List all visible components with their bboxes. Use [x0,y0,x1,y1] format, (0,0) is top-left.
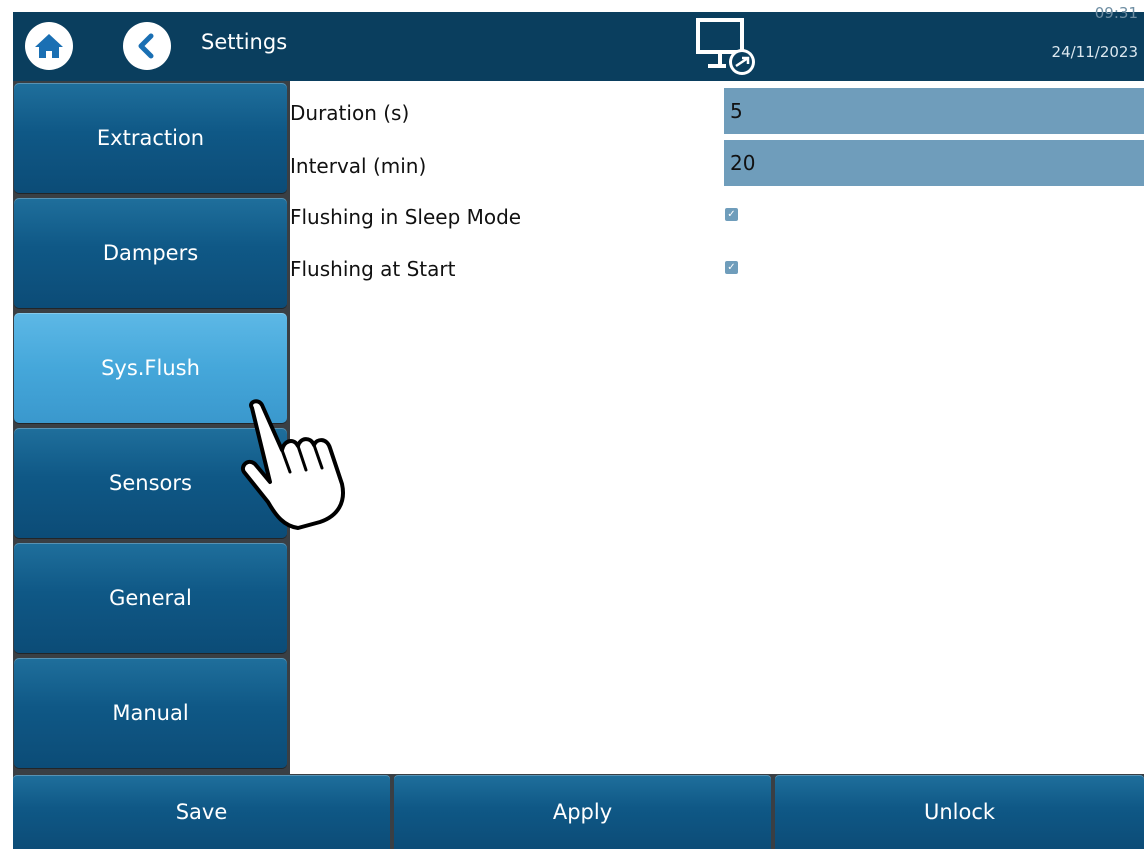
home-button[interactable] [25,22,73,70]
apply-button[interactable]: Apply [394,775,771,849]
top-bar: Settings 09:31 24/11/2023 [13,4,1144,81]
back-arrow-icon [138,33,154,59]
start-flush-checkbox[interactable]: ✓ [725,261,738,274]
sidebar-item-dampers[interactable]: Dampers [14,198,287,308]
interval-label: Interval (min) [290,154,427,178]
remote-desktop-icon[interactable] [696,18,760,78]
action-bar: Save Apply Unlock [13,774,1144,849]
sleep-flush-label: Flushing in Sleep Mode [290,205,522,229]
checkmark-icon: ✓ [727,262,736,273]
settings-form: Duration (s) 5 Interval (min) 20 Flushin… [290,81,1144,774]
interval-input[interactable]: 20 [724,140,1144,186]
hand-pointer-icon [241,399,345,530]
sidebar-item-manual[interactable]: Manual [14,658,287,768]
duration-input[interactable]: 5 [724,88,1144,134]
sidebar-item-extraction[interactable]: Extraction [14,83,287,193]
page-title: Settings [201,30,288,54]
start-flush-label: Flushing at Start [290,257,456,281]
save-button[interactable]: Save [13,775,390,849]
checkmark-icon: ✓ [727,209,736,220]
home-icon [35,34,63,58]
unlock-button[interactable]: Unlock [775,775,1144,849]
sidebar-item-general[interactable]: General [14,543,287,653]
sleep-flush-checkbox[interactable]: ✓ [725,208,738,221]
back-button[interactable] [123,22,171,70]
clock-date: 24/11/2023 [1051,43,1138,61]
clock-time: 09:31 [1094,4,1138,22]
duration-label: Duration (s) [290,101,410,125]
